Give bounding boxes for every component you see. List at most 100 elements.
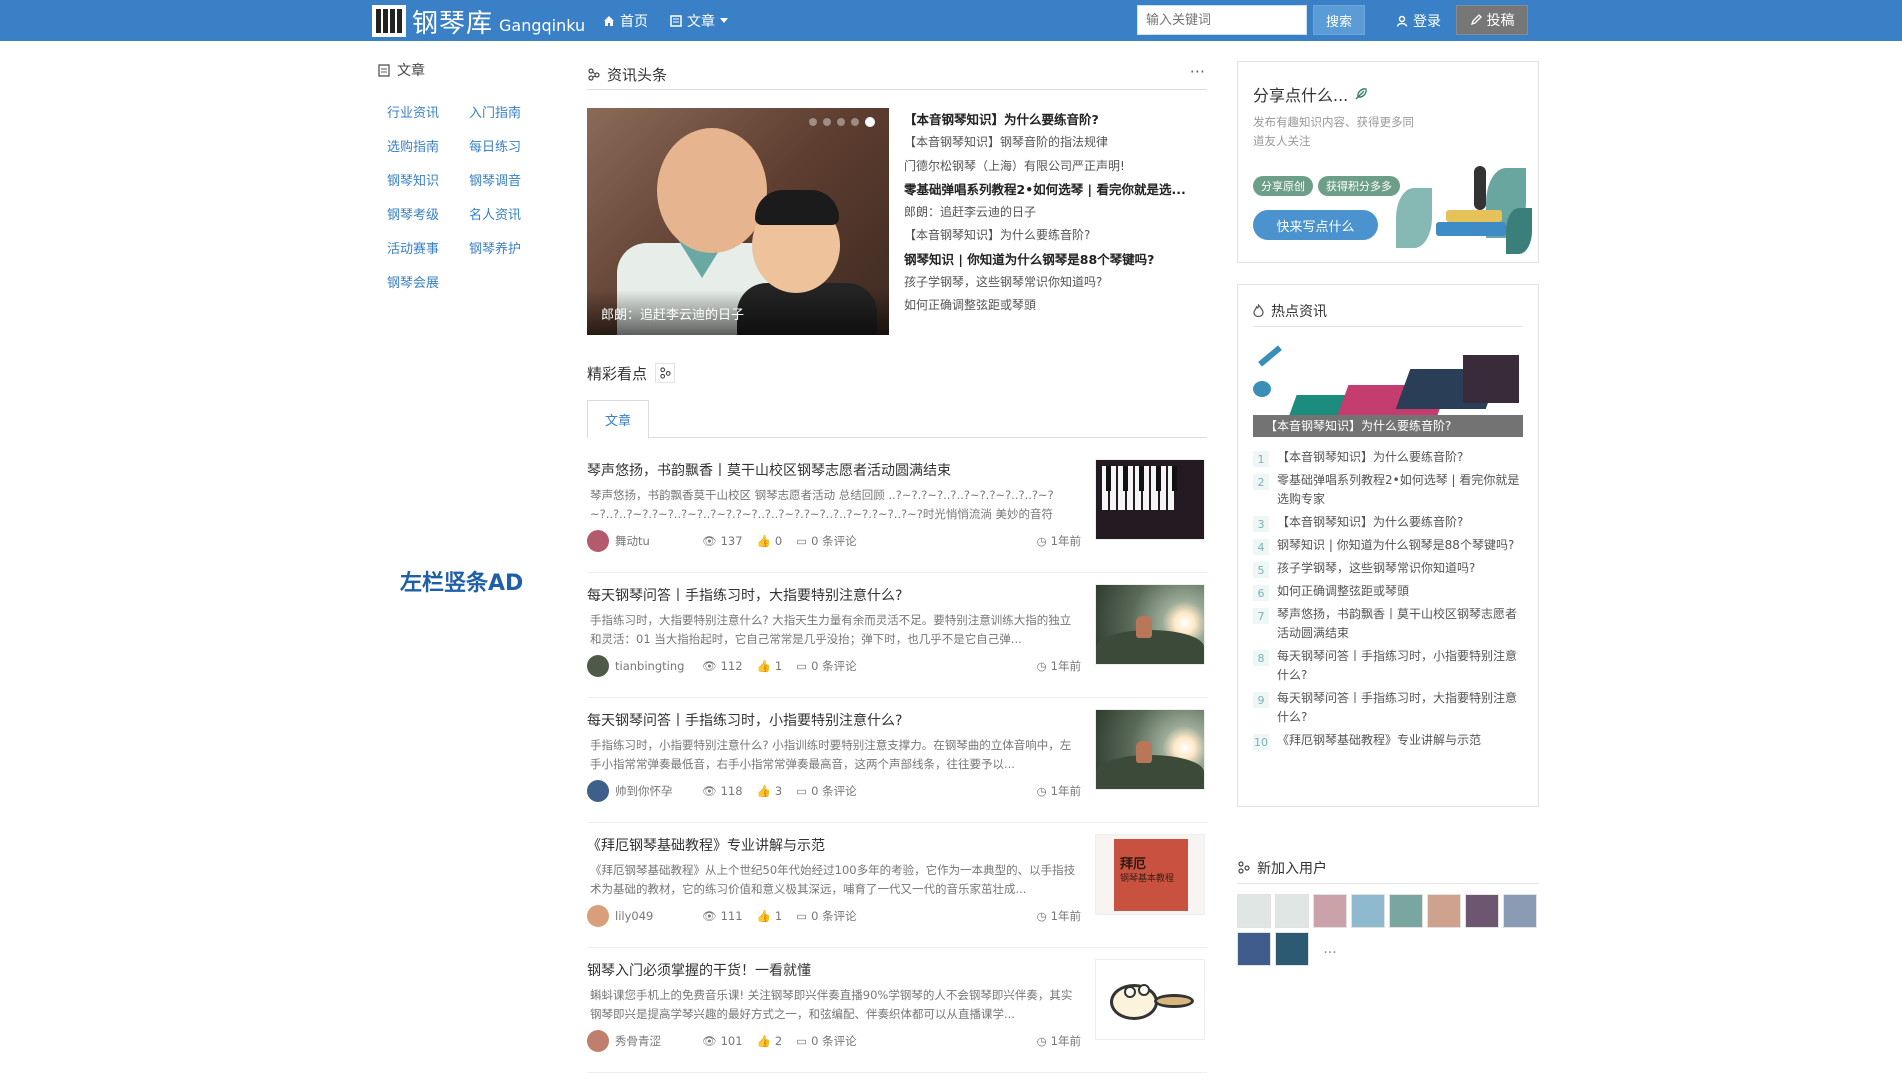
hot-news-item[interactable]: 2 零基础弹唱系列教程2•如何选琴 | 看完你就是选购专家 <box>1253 471 1525 509</box>
search-button[interactable]: 搜索 <box>1313 5 1365 35</box>
headline-item[interactable]: 【本音钢琴知识】为什么要练音阶? <box>904 224 1209 247</box>
category-link[interactable]: 选购指南 <box>387 136 469 155</box>
headline-item[interactable]: 钢琴知识 | 你知道为什么钢琴是88个琴键吗? <box>904 248 1209 271</box>
article-author[interactable]: lily049 <box>587 905 702 927</box>
comment-count-value: 0 条评论 <box>811 909 857 923</box>
carousel-dot[interactable] <box>809 118 817 126</box>
write-something-button[interactable]: 快来写点什么 <box>1253 210 1378 240</box>
more-users[interactable]: ... <box>1313 932 1347 966</box>
category-link[interactable]: 名人资讯 <box>469 204 551 223</box>
hot-news-item[interactable]: 1 【本音钢琴知识】为什么要练音阶? <box>1253 448 1525 467</box>
user-avatar[interactable] <box>1427 894 1461 928</box>
hot-news-item[interactable]: 4 钢琴知识 | 你知道为什么钢琴是88个琴键吗? <box>1253 536 1525 555</box>
category-link[interactable]: 钢琴会展 <box>387 272 469 291</box>
view-count-value: 112 <box>720 659 743 673</box>
hot-news-image[interactable]: 【本音钢琴知识】为什么要练音阶? <box>1253 345 1523 437</box>
user-avatar[interactable] <box>1313 894 1347 928</box>
user-avatar[interactable] <box>1275 894 1309 928</box>
article-thumbnail[interactable] <box>1095 959 1205 1040</box>
user-avatar[interactable] <box>1237 932 1271 966</box>
comment-count[interactable]: ▭ 0 条评论 <box>796 658 856 674</box>
article-title[interactable]: 琴声悠扬，书韵飘香丨莫干山校区钢琴志愿者活动圆满结束 <box>587 460 1087 480</box>
user-avatar[interactable] <box>1351 894 1385 928</box>
eye-icon: 👁 <box>702 659 717 673</box>
user-avatar[interactable] <box>1465 894 1499 928</box>
category-link[interactable]: 钢琴调音 <box>469 170 551 189</box>
news-carousel[interactable]: 郎朗：追赶李云迪的日子 <box>587 108 889 335</box>
article-title[interactable]: 每天钢琴问答丨手指练习时，小指要特别注意什么? <box>587 710 1087 730</box>
article-thumbnail[interactable] <box>1095 709 1205 790</box>
category-link[interactable]: 钢琴养护 <box>469 238 551 257</box>
view-count-value: 101 <box>720 1034 743 1048</box>
user-avatar[interactable] <box>1237 894 1271 928</box>
comment-count[interactable]: ▭ 0 条评论 <box>796 533 856 549</box>
hot-news-item[interactable]: 7 琴声悠扬，书韵飘香丨莫干山校区钢琴志愿者活动圆满结束 <box>1253 605 1525 643</box>
article-item[interactable]: 每天钢琴问答丨手指练习时，大指要特别注意什么? 手指练习时，大指要特别注意什么?… <box>587 573 1207 698</box>
category-link[interactable]: 钢琴知识 <box>387 170 469 189</box>
hot-news-item[interactable]: 8 每天钢琴问答丨手指练习时，小指要特别注意什么? <box>1253 647 1525 685</box>
article-item[interactable]: 每天钢琴问答丨手指练习时，小指要特别注意什么? 手指练习时，小指要特别注意什么?… <box>587 698 1207 823</box>
post-button[interactable]: 投稿 <box>1456 5 1528 35</box>
clock-icon: ◷ <box>1036 534 1047 548</box>
left-ad-banner[interactable]: 左栏竖条AD <box>400 565 523 597</box>
category-link[interactable]: 活动赛事 <box>387 238 469 257</box>
article-item[interactable]: 《拜厄钢琴基础教程》专业讲解与示范 《拜厄钢琴基础教程》从上个世纪50年代始经过… <box>587 823 1207 948</box>
carousel-dot[interactable] <box>823 118 831 126</box>
headline-item[interactable]: 【本音钢琴知识】钢琴音阶的指法规律 <box>904 131 1209 154</box>
article-item[interactable]: 钢琴入门必须掌握的干货！一看就懂 蝌蚪课您手机上的免费音乐课! 关注钢琴即兴伴奏… <box>587 948 1207 1073</box>
carousel-dot[interactable] <box>851 118 859 126</box>
article-item[interactable]: 琴声悠扬，书韵飘香丨莫干山校区钢琴志愿者活动圆满结束 琴声悠扬，书韵飘香莫干山校… <box>587 448 1207 573</box>
category-link[interactable]: 行业资讯 <box>387 102 469 121</box>
comment-count[interactable]: ▭ 0 条评论 <box>796 908 856 924</box>
login-link[interactable]: 登录 <box>1396 0 1441 41</box>
view-count-value: 118 <box>720 784 743 798</box>
more-options-icon[interactable]: ··· <box>1190 62 1205 81</box>
comment-count-value: 0 条评论 <box>811 659 857 673</box>
article-author[interactable]: 舞动tu <box>587 530 702 552</box>
headline-item[interactable]: 孩子学钢琴，这些钢琴常识你知道吗? <box>904 271 1209 294</box>
user-avatar[interactable] <box>1389 894 1423 928</box>
article-author[interactable]: 秀骨青涩 <box>587 1030 702 1052</box>
like-count[interactable]: 👍 1 <box>757 659 783 673</box>
headline-item[interactable]: 零基础弹唱系列教程2•如何选琴 | 看完你就是选... <box>904 178 1209 201</box>
comment-count[interactable]: ▭ 0 条评论 <box>796 783 856 799</box>
hot-news-item[interactable]: 3 【本音钢琴知识】为什么要练音阶? <box>1253 513 1525 532</box>
carousel-dot[interactable] <box>837 118 845 126</box>
tab-articles[interactable]: 文章 <box>587 400 649 439</box>
category-link[interactable]: 钢琴考级 <box>387 204 469 223</box>
hot-news-item[interactable]: 5 孩子学钢琴，这些钢琴常识你知道吗? <box>1253 559 1525 578</box>
main-content: 资讯头条 ··· 郎朗：追赶李云迪的日子 【本音钢琴知识】为什么要练音阶? 【本… <box>587 60 1207 1073</box>
nav-articles[interactable]: 文章 <box>670 11 728 31</box>
user-avatar[interactable] <box>1503 894 1537 928</box>
hot-news-item[interactable]: 6 如何正确调整弦距或琴頭 <box>1253 582 1525 601</box>
headline-item[interactable]: 郎朗：追赶李云迪的日子 <box>904 201 1209 224</box>
chevron-down-icon <box>720 17 728 23</box>
hot-news-item[interactable]: 9 每天钢琴问答丨手指练习时，大指要特别注意什么? <box>1253 689 1525 727</box>
like-count[interactable]: 👍 3 <box>757 784 783 798</box>
article-author[interactable]: tianbingting <box>587 655 702 677</box>
article-thumbnail[interactable] <box>1095 584 1205 665</box>
comment-count[interactable]: ▭ 0 条评论 <box>796 1033 856 1049</box>
article-title[interactable]: 《拜厄钢琴基础教程》专业讲解与示范 <box>587 835 1087 855</box>
article-author[interactable]: 帅到你怀孕 <box>587 780 702 802</box>
article-title[interactable]: 钢琴入门必须掌握的干货！一看就懂 <box>587 960 1087 980</box>
headline-item[interactable]: 如何正确调整弦距或琴頭 <box>904 294 1209 317</box>
headline-item[interactable]: 【本音钢琴知识】为什么要练音阶? <box>904 108 1209 131</box>
user-avatar[interactable] <box>1275 932 1309 966</box>
like-count[interactable]: 👍 1 <box>757 909 783 923</box>
like-count-value: 2 <box>774 1034 783 1048</box>
hot-news-item[interactable]: 10 《拜厄钢琴基础教程》专业讲解与示范 <box>1253 731 1525 750</box>
category-link[interactable]: 每日练习 <box>469 136 551 155</box>
article-thumbnail[interactable]: 拜厄 钢琴基本教程 <box>1095 834 1205 915</box>
article-title[interactable]: 每天钢琴问答丨手指练习时，大指要特别注意什么? <box>587 585 1087 605</box>
search-input[interactable] <box>1137 5 1307 35</box>
article-thumbnail[interactable] <box>1095 459 1205 540</box>
like-count[interactable]: 👍 0 <box>757 534 783 548</box>
headline-item[interactable]: 门德尔松钢琴（上海）有限公司严正声明! <box>904 155 1209 178</box>
carousel-caption[interactable]: 郎朗：追赶李云迪的日子 <box>601 304 744 323</box>
category-link[interactable]: 入门指南 <box>469 102 551 121</box>
like-count[interactable]: 👍 2 <box>757 1034 783 1048</box>
carousel-dot-active[interactable] <box>865 117 875 127</box>
nav-home[interactable]: 首页 <box>603 11 648 31</box>
site-logo[interactable]: 钢琴库 Gangqinku <box>372 3 585 39</box>
